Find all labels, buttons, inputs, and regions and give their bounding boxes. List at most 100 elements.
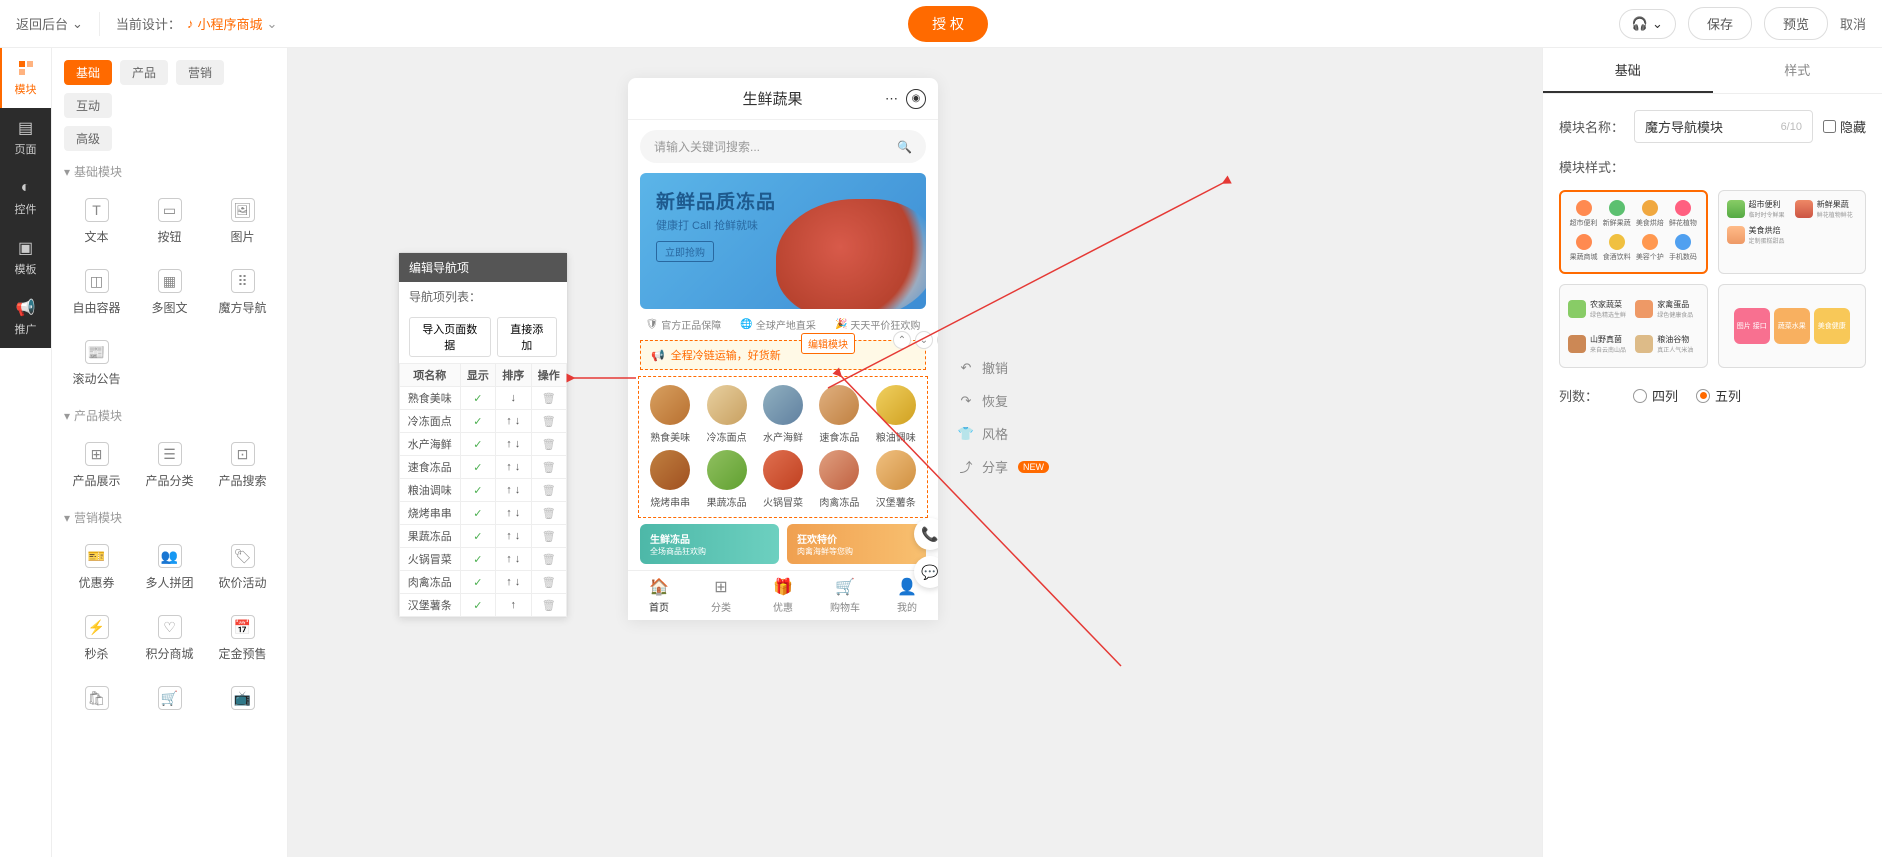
- save-button[interactable]: 保存: [1688, 7, 1752, 40]
- cell-sort[interactable]: ↑ ↓: [496, 433, 531, 456]
- banner-button[interactable]: 立即抢购: [656, 241, 714, 262]
- comp-extra-1[interactable]: 🛍: [64, 678, 129, 718]
- comp-points[interactable]: ♡积分商城: [137, 607, 202, 670]
- cell-show[interactable]: ✓: [460, 479, 495, 502]
- nav-pages[interactable]: ▤ 页面: [0, 108, 51, 168]
- headset-button[interactable]: 🎧 ⌄: [1619, 9, 1676, 39]
- nav-cell[interactable]: 火锅冒菜: [758, 450, 808, 509]
- share-action[interactable]: ⤴分享NEW: [958, 457, 1049, 476]
- phone-nav-module[interactable]: 熟食美味冷冻面点水产海鲜速食冻品粮油调味烧烤串串果蔬冻品火锅冒菜肉禽冻品汉堡薯条: [638, 376, 928, 518]
- cell-show[interactable]: ✓: [460, 594, 495, 617]
- design-selector[interactable]: 当前设计： ♪ 小程序商城 ⌄: [116, 14, 277, 33]
- cell-delete[interactable]: 🗑: [531, 433, 566, 456]
- nav-cell[interactable]: 熟食美味: [645, 385, 695, 444]
- import-button[interactable]: 导入页面数据: [409, 317, 491, 357]
- comp-product-search[interactable]: ⊡产品搜索: [210, 434, 275, 497]
- cell-sort[interactable]: ↑: [496, 594, 531, 617]
- comp-presale[interactable]: 📅定金预售: [210, 607, 275, 670]
- cell-show[interactable]: ✓: [460, 525, 495, 548]
- cell-show[interactable]: ✓: [460, 410, 495, 433]
- promo-card-1[interactable]: 生鲜冻品 全场商品狂欢购: [640, 524, 779, 564]
- tab-marketing[interactable]: 营销: [176, 60, 224, 85]
- cell-show[interactable]: ✓: [460, 571, 495, 594]
- comp-multitext[interactable]: ▦多图文: [137, 261, 202, 324]
- style-preset-1[interactable]: 超市便利 新鲜果蔬 美食烘焙 鲜花植物 果蔬商城 食酒饮料 美容个护 手机数码: [1559, 190, 1708, 274]
- cell-delete[interactable]: 🗑: [531, 479, 566, 502]
- hide-checkbox[interactable]: 隐藏: [1823, 117, 1866, 136]
- cell-show[interactable]: ✓: [460, 387, 495, 410]
- tab-cart[interactable]: 🛒购物车: [814, 577, 876, 614]
- nav-modules[interactable]: 模块: [0, 48, 51, 108]
- cell-delete[interactable]: 🗑: [531, 410, 566, 433]
- comp-marquee[interactable]: 📰滚动公告: [64, 332, 129, 395]
- comp-button[interactable]: ▭按钮: [137, 190, 202, 253]
- comp-seckill[interactable]: ⚡秒杀: [64, 607, 129, 670]
- move-down-button[interactable]: ⌄: [915, 331, 933, 349]
- cell-show[interactable]: ✓: [460, 548, 495, 571]
- cell-delete[interactable]: 🗑: [531, 571, 566, 594]
- nav-controls[interactable]: ◐ 控件: [0, 168, 51, 228]
- cell-sort[interactable]: ↓: [496, 387, 531, 410]
- nav-cell[interactable]: 烧烤串串: [645, 450, 695, 509]
- comp-product-show[interactable]: ⊞产品展示: [64, 434, 129, 497]
- nav-cell[interactable]: 汉堡薯条: [871, 450, 921, 509]
- more-icon[interactable]: ⋯: [885, 91, 898, 107]
- hide-checkbox-input[interactable]: [1823, 120, 1836, 133]
- preview-button[interactable]: 预览: [1764, 7, 1828, 40]
- move-up-button[interactable]: ⌃: [893, 331, 911, 349]
- edit-module-badge[interactable]: 编辑模块: [801, 333, 855, 354]
- comp-extra-3[interactable]: 📺: [210, 678, 275, 718]
- style-action[interactable]: 👕风格: [958, 424, 1049, 443]
- wechat-icon[interactable]: 💬: [914, 556, 938, 588]
- nav-templates[interactable]: ▣ 模板: [0, 228, 51, 288]
- phone-icon[interactable]: 📞: [914, 518, 938, 550]
- tab-interact[interactable]: 互动: [64, 93, 112, 118]
- promo-card-2[interactable]: 狂欢特价 肉禽海鲜等您购: [787, 524, 926, 564]
- cell-delete[interactable]: 🗑: [531, 456, 566, 479]
- comp-product-cat[interactable]: ☰产品分类: [137, 434, 202, 497]
- cell-show[interactable]: ✓: [460, 502, 495, 525]
- phone-notice[interactable]: 📢 全程冷链运输，好货新 编辑模块 ⌃ ⌄ 🗑: [640, 340, 926, 370]
- comp-text[interactable]: T文本: [64, 190, 129, 253]
- radio-5col[interactable]: 五列: [1696, 386, 1741, 405]
- nav-cell[interactable]: 果蔬冻品: [701, 450, 751, 509]
- cell-sort[interactable]: ↑ ↓: [496, 548, 531, 571]
- comp-image[interactable]: 🖼图片: [210, 190, 275, 253]
- style-preset-2[interactable]: 超市便利临时时令鲜果 新鲜果蔬鲜花植物鲜花 美食烘焙定制蛋糕甜品: [1718, 190, 1867, 274]
- comp-bargain[interactable]: 🏷砍价活动: [210, 536, 275, 599]
- cell-sort[interactable]: ↑ ↓: [496, 456, 531, 479]
- style-preset-3[interactable]: 农家蔬菜绿色精选生鲜 家禽蛋品绿色健康食品 山野真菌来自云南山品 粮油谷物真正人…: [1559, 284, 1708, 368]
- undo-action[interactable]: ↶撤销: [958, 358, 1049, 377]
- tab-advanced[interactable]: 高级: [64, 126, 112, 151]
- nav-cell[interactable]: 冷冻面点: [701, 385, 751, 444]
- cell-sort[interactable]: ↑ ↓: [496, 502, 531, 525]
- delete-button[interactable]: 🗑: [937, 331, 938, 349]
- cell-delete[interactable]: 🗑: [531, 594, 566, 617]
- cell-show[interactable]: ✓: [460, 433, 495, 456]
- tab-home[interactable]: 🏠首页: [628, 577, 690, 614]
- nav-cell[interactable]: 肉禽冻品: [814, 450, 864, 509]
- phone-banner[interactable]: 新鲜品质冻品 健康打 Call 抢鲜就味 立即抢购: [640, 173, 926, 309]
- cancel-button[interactable]: 取消: [1840, 14, 1866, 33]
- cell-sort[interactable]: ↑ ↓: [496, 571, 531, 594]
- phone-search[interactable]: 请输入关键词搜索... 🔍: [640, 130, 926, 163]
- nav-cell[interactable]: 速食冻品: [814, 385, 864, 444]
- comp-container[interactable]: ◫自由容器: [64, 261, 129, 324]
- cell-delete[interactable]: 🗑: [531, 387, 566, 410]
- add-button[interactable]: 直接添加: [497, 317, 557, 357]
- nav-cell[interactable]: 粮油调味: [871, 385, 921, 444]
- name-input[interactable]: 魔方导航模块 6/10: [1634, 110, 1813, 143]
- comp-group[interactable]: 👥多人拼团: [137, 536, 202, 599]
- comp-extra-2[interactable]: 🛒: [137, 678, 202, 718]
- back-button[interactable]: 返回后台 ⌄: [16, 14, 83, 33]
- cell-sort[interactable]: ↑ ↓: [496, 410, 531, 433]
- nav-cell[interactable]: 水产海鲜: [758, 385, 808, 444]
- target-icon[interactable]: ◉: [906, 89, 926, 109]
- tab-product[interactable]: 产品: [120, 60, 168, 85]
- auth-button[interactable]: 授 权: [908, 6, 988, 42]
- tab-promo[interactable]: 🎁优惠: [752, 577, 814, 614]
- cell-sort[interactable]: ↑ ↓: [496, 525, 531, 548]
- tab-basic[interactable]: 基础: [64, 60, 112, 85]
- cell-delete[interactable]: 🗑: [531, 525, 566, 548]
- nav-promote[interactable]: 📢 推广: [0, 288, 51, 348]
